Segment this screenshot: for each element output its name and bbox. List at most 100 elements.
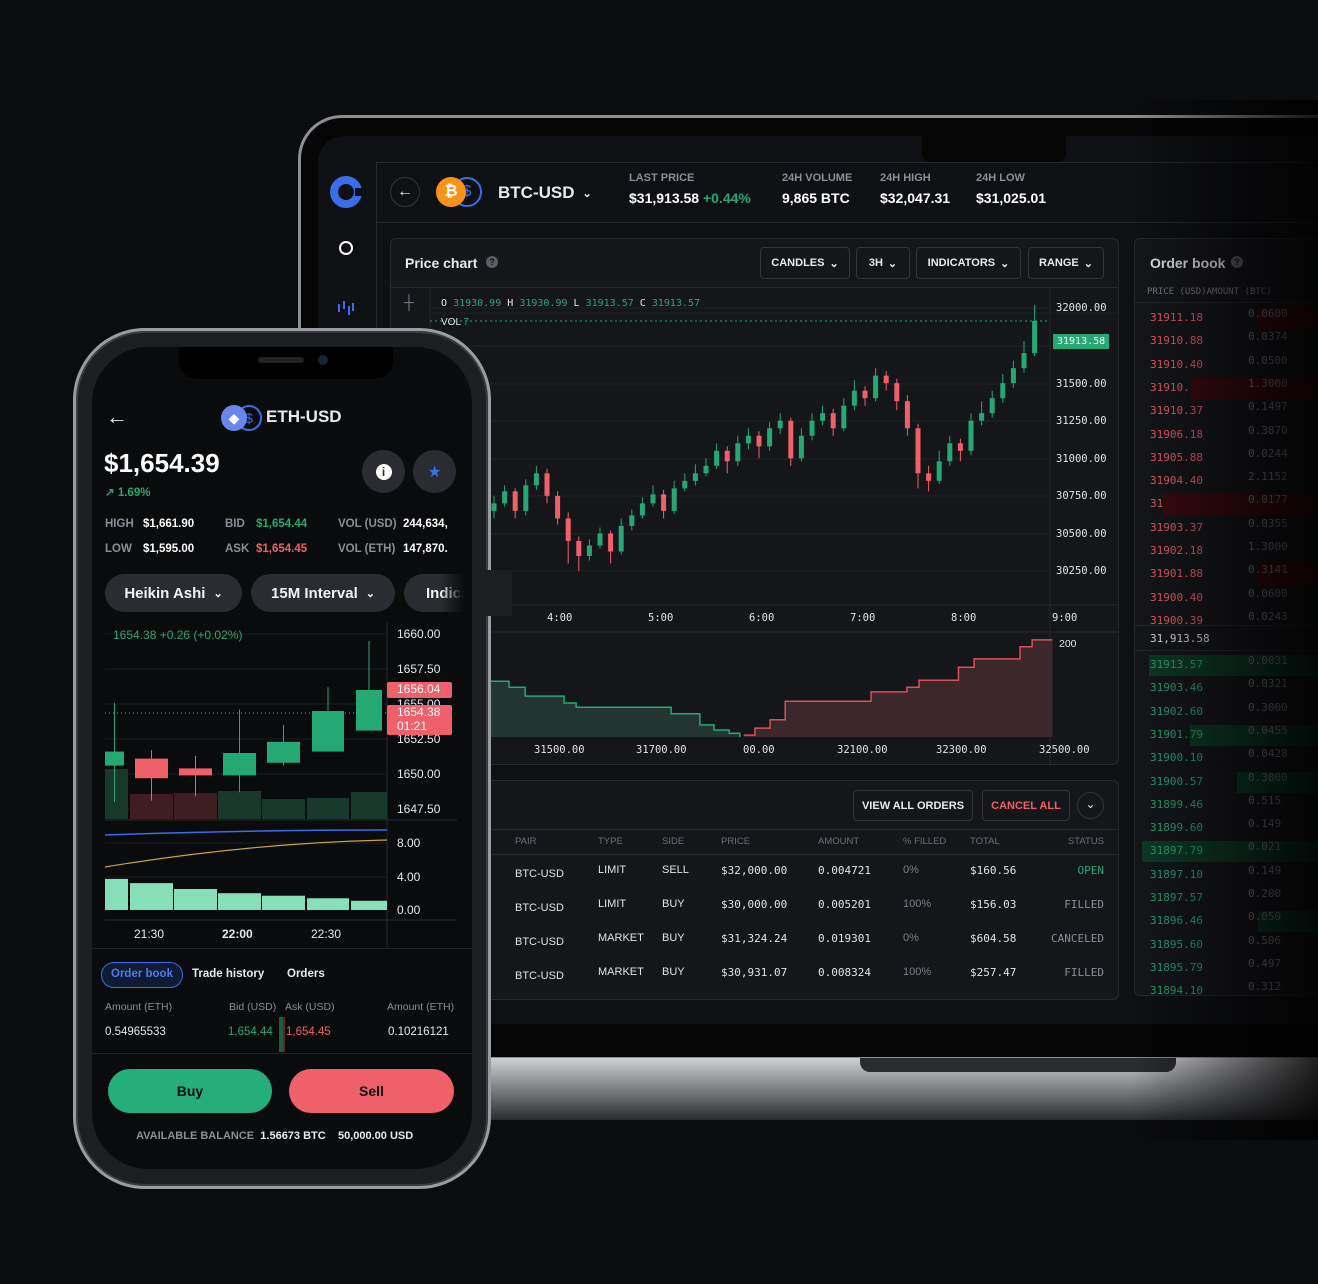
bid-price: 31897.79 <box>1150 844 1203 858</box>
ask-price: 31910.88 <box>1150 334 1203 348</box>
bid-price: 31899.46 <box>1150 797 1203 811</box>
bid-price: 31901.79 <box>1150 727 1203 741</box>
price-tick: 31500.00 <box>1056 378 1107 390</box>
camera <box>318 355 328 365</box>
candle <box>926 473 932 481</box>
candle <box>650 494 656 504</box>
bid-label: BID <box>225 518 245 530</box>
bid-price: 31900.10 <box>1150 751 1203 765</box>
chevron-down-icon: ⌄ <box>365 587 375 600</box>
high-label: HIGH <box>105 518 134 530</box>
bid-amount: 0.3000 <box>1248 700 1288 714</box>
candle <box>979 413 985 421</box>
view-all-orders-button[interactable]: VIEW ALL ORDERS <box>853 790 973 821</box>
candle <box>555 495 561 519</box>
order-price: $30,000.00 <box>721 898 788 911</box>
cancel-all-button[interactable]: CANCEL ALL <box>982 790 1070 821</box>
candle <box>629 515 635 526</box>
candle <box>724 450 730 462</box>
order-amount: 0.004721 <box>818 864 871 877</box>
ask-label: ASK <box>225 543 250 555</box>
order-side: BUY <box>662 932 685 944</box>
candle-timer: 01:21 <box>397 719 428 733</box>
last-price: 1654.38 <box>397 705 441 719</box>
ask-header: Ask (USD) <box>285 1001 335 1013</box>
ask-price: 31902.18 <box>1150 544 1203 557</box>
tab-orders[interactable]: Orders <box>287 968 325 980</box>
price-tick: 1647.50 <box>397 802 441 816</box>
bid-price: 31903.46 <box>1150 681 1203 695</box>
high-value: $1,661.90 <box>143 518 195 530</box>
candle <box>947 443 953 462</box>
order-total: $156.03 <box>970 898 1017 911</box>
candle <box>703 465 709 474</box>
order-pair: BTC-USD <box>515 868 564 880</box>
price-tick: 30500.00 <box>1056 528 1107 540</box>
candle <box>968 420 974 451</box>
tab-trade-history[interactable]: Trade history <box>192 968 264 980</box>
candle <box>1010 368 1016 384</box>
bid-amount: 0.54965533 <box>105 1026 166 1038</box>
order-type: MARKET <box>598 966 644 978</box>
help-icon[interactable]: ? <box>1231 256 1243 268</box>
last-price-tag: 1654.38 01:21 <box>387 705 452 735</box>
mid-price: 31,913.58 <box>1150 632 1210 645</box>
ask-price: 31910.37 <box>1150 404 1203 418</box>
candle <box>862 390 868 399</box>
ask-price: 31904.40 <box>1150 474 1203 488</box>
info-button[interactable]: i <box>362 450 405 493</box>
candle <box>512 491 518 511</box>
bid-price: 31894.10 <box>1150 984 1203 998</box>
dynamic-island <box>179 347 393 379</box>
vol-usd-label: VOL (USD) <box>338 518 397 530</box>
mobile-pair: ETH-USD <box>266 407 342 426</box>
time-tick: 22:00 <box>222 927 253 941</box>
price-tick: 1657.50 <box>397 662 441 676</box>
bid-amount: 0.021 <box>1248 840 1282 854</box>
candle <box>883 375 889 384</box>
ask-price: 31910. <box>1150 380 1190 394</box>
mobile-price: $1,654.39 <box>104 448 220 478</box>
price-tick: 30250.00 <box>1056 565 1107 577</box>
candle <box>692 473 698 481</box>
order-type: LIMIT <box>598 898 627 910</box>
column-header: SIDE <box>662 836 685 847</box>
order-pair: BTC-USD <box>515 936 564 948</box>
ask-amount: 0.0355 <box>1248 516 1288 530</box>
tab-order-book[interactable]: Order book <box>101 962 183 988</box>
buy-button[interactable]: Buy <box>108 1069 272 1113</box>
ask-amount: 0.0500 <box>1248 353 1288 367</box>
bid-price: 31895.79 <box>1150 960 1203 974</box>
available-balance: AVAILABLE BALANCE 1.56673 BTC 50,000.00 … <box>136 1130 413 1142</box>
candle <box>491 503 497 511</box>
ask-amount: 0.0177 <box>1248 493 1288 507</box>
order-book-header: PRICE (USD)AMOUNT (BTC) <box>1147 287 1272 297</box>
candle <box>565 518 571 541</box>
price-tick: 1660.00 <box>397 627 441 641</box>
candle <box>533 473 539 486</box>
arrow-up-right-icon: ↗ <box>105 487 115 499</box>
order-total: $257.47 <box>970 966 1017 979</box>
candle <box>714 450 720 466</box>
bid-header: Bid (USD) <box>229 1001 277 1013</box>
arrow-left-icon: ← <box>106 404 128 429</box>
time-tick: 9:00 <box>1052 612 1078 624</box>
interval-dropdown[interactable]: 15M Interval ⌄ <box>251 574 395 612</box>
ask-amount: 0.0600 <box>1248 307 1288 320</box>
bid-value: $1,654.44 <box>256 518 308 530</box>
favorite-button[interactable]: ★ <box>413 450 456 493</box>
balance-label: AVAILABLE BALANCE <box>136 1130 255 1142</box>
collapse-button[interactable]: ⌄ <box>1077 792 1104 819</box>
order-price: $31,324.24 <box>721 932 788 945</box>
candle <box>735 443 741 462</box>
bid-price: 1,654.44 <box>228 1026 273 1038</box>
order-status: FILLED <box>1064 898 1104 911</box>
sell-button[interactable]: Sell <box>289 1069 454 1113</box>
time-tick: 4:00 <box>547 612 573 624</box>
back-button[interactable]: ← <box>106 404 128 430</box>
col-price: PRICE (USD) <box>1147 287 1207 297</box>
chart-type-dropdown[interactable]: Heikin Ashi ⌄ <box>105 574 242 612</box>
order-filled: 100% <box>903 898 932 910</box>
divider <box>1134 302 1318 303</box>
indicator-tick: 0.00 <box>397 903 421 917</box>
